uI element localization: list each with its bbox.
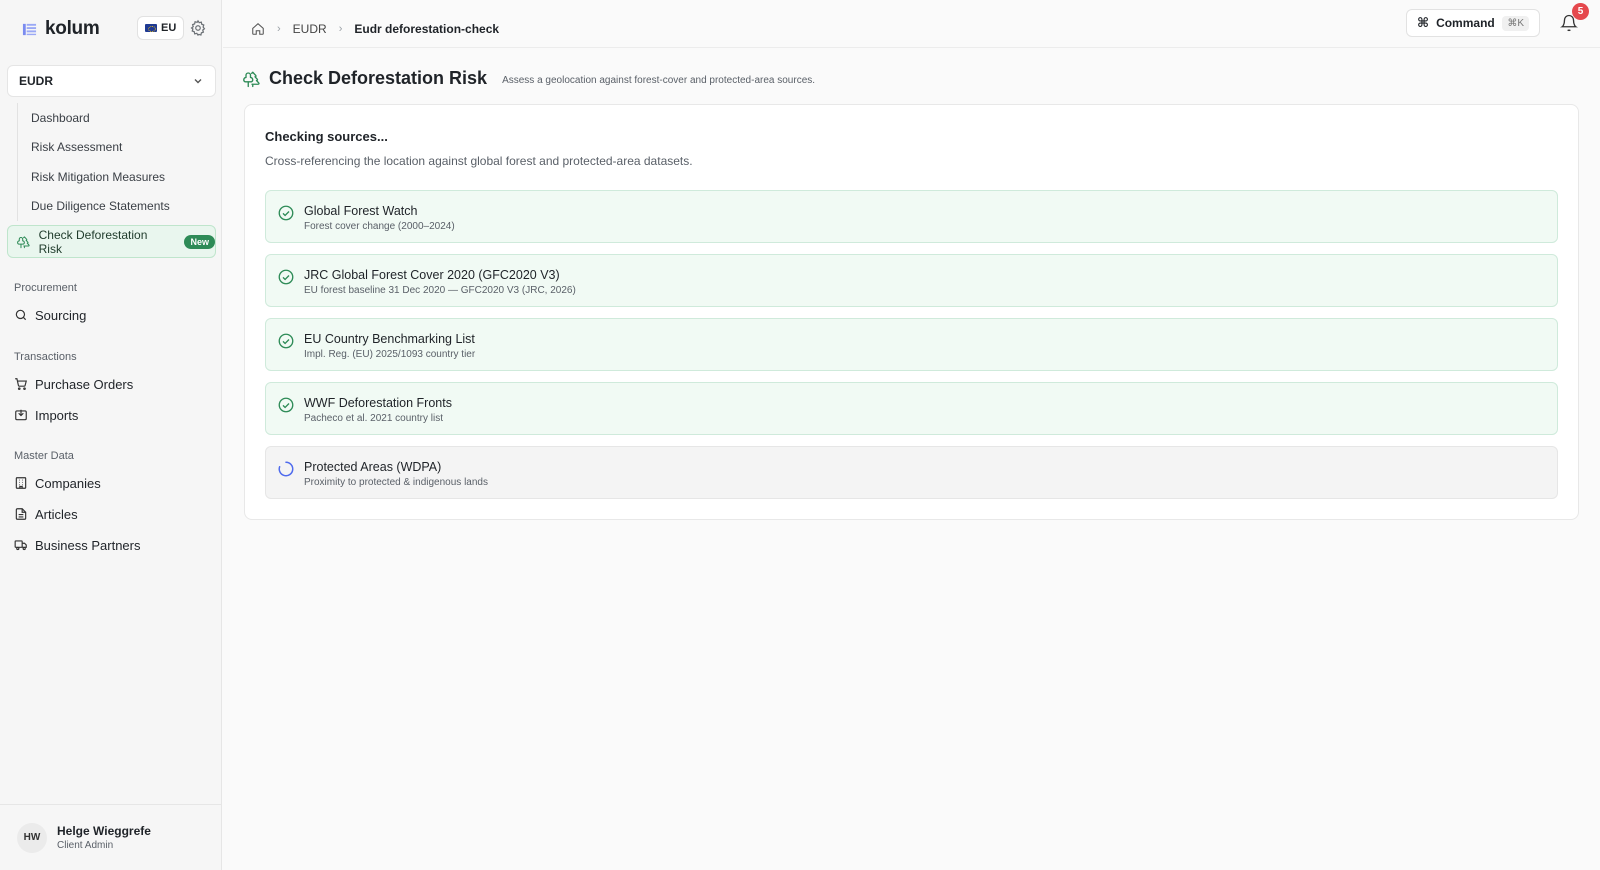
document-icon <box>15 508 27 520</box>
truck-icon <box>14 540 27 551</box>
building-icon <box>15 477 27 489</box>
user-info: Helge Wieggrefe Client Admin <box>57 824 151 851</box>
sidebar-item-label: Articles <box>35 506 78 522</box>
section-label-procurement: Procurement <box>14 282 77 294</box>
trees-icon <box>243 71 260 87</box>
source-detail: EU forest baseline 31 Dec 2020 — GFC2020… <box>304 285 576 296</box>
sidebar: kolum EU EUDR Dashboard Risk Assessment … <box>0 0 222 870</box>
loading-spinner-icon <box>278 461 294 477</box>
top-bar: › EUDR › Eudr deforestation-check ⌘ Comm… <box>223 0 1600 48</box>
check-circle-icon <box>278 397 294 413</box>
command-key-icon: ⌘ <box>1417 15 1430 30</box>
avatar: HW <box>17 822 47 853</box>
source-list: Global Forest Watch Forest cover change … <box>265 190 1558 510</box>
sidebar-item-companies[interactable]: Companies <box>14 472 101 494</box>
module-select[interactable]: EUDR <box>7 65 216 97</box>
source-item-global-forest-watch[interactable]: Global Forest Watch Forest cover change … <box>265 190 1558 243</box>
source-item-wdpa[interactable]: Protected Areas (WDPA) Proximity to prot… <box>265 446 1558 499</box>
user-role: Client Admin <box>57 840 114 851</box>
source-item-wwf-fronts[interactable]: WWF Deforestation Fronts Pacheco et al. … <box>265 382 1558 435</box>
sidebar-item-label: Business Partners <box>35 537 141 553</box>
check-circle-icon <box>278 205 294 221</box>
source-name: JRC Global Forest Cover 2020 (GFC2020 V3… <box>304 268 560 282</box>
chevron-down-icon <box>194 79 202 84</box>
sidebar-item-imports[interactable]: Imports <box>14 404 78 426</box>
subnav-item-dashboard[interactable]: Dashboard <box>18 103 217 133</box>
sidebar-item-articles[interactable]: Articles <box>14 503 78 525</box>
import-icon <box>15 409 27 421</box>
sidebar-item-check-deforestation-risk[interactable]: Check Deforestation Risk New <box>7 225 216 258</box>
sidebar-item-business-partners[interactable]: Business Partners <box>14 534 141 556</box>
page-subtitle: Assess a geolocation against forest-cove… <box>502 74 816 86</box>
command-shortcut: ⌘K <box>1502 15 1529 31</box>
subnav-item-risk-mitigation[interactable]: Risk Mitigation Measures <box>18 162 217 192</box>
chevron-right-icon: › <box>277 23 281 35</box>
brand-name: kolum <box>45 18 100 39</box>
page-header: Check Deforestation Risk Assess a geoloc… <box>243 68 815 89</box>
eudr-subnav: Dashboard Risk Assessment Risk Mitigatio… <box>17 103 217 221</box>
section-label-transactions: Transactions <box>14 351 77 363</box>
gear-icon[interactable] <box>189 19 207 37</box>
page-title: Check Deforestation Risk <box>269 68 488 88</box>
breadcrumb-current: Eudr deforestation-check <box>354 22 500 36</box>
notification-count-badge: 5 <box>1572 3 1589 20</box>
section-label-master-data: Master Data <box>14 450 74 462</box>
source-detail: Proximity to protected & indigenous land… <box>304 477 488 488</box>
subnav-item-risk-assessment[interactable]: Risk Assessment <box>18 133 217 163</box>
sidebar-item-sourcing[interactable]: Sourcing <box>14 304 86 326</box>
source-detail: Impl. Reg. (EU) 2025/1093 country tier <box>304 349 476 360</box>
module-select-value: EUDR <box>19 74 54 88</box>
source-check-card: Checking sources... Cross-referencing th… <box>244 104 1579 520</box>
source-detail: Forest cover change (2000–2024) <box>304 221 455 232</box>
sidebar-item-label: Purchase Orders <box>35 376 134 392</box>
sidebar-item-purchase-orders[interactable]: Purchase Orders <box>14 373 133 395</box>
source-name: WWF Deforestation Fronts <box>304 396 452 410</box>
check-circle-icon <box>278 333 294 349</box>
trees-icon <box>17 235 30 248</box>
source-item-jrc-gfc2020[interactable]: JRC Global Forest Cover 2020 (GFC2020 V3… <box>265 254 1558 307</box>
sidebar-item-label: Imports <box>35 407 79 423</box>
chevron-right-icon: › <box>338 23 343 35</box>
source-item-eu-benchmarking[interactable]: EU Country Benchmarking List Impl. Reg. … <box>265 318 1558 371</box>
card-description: Cross-referencing the location against g… <box>265 154 693 168</box>
home-icon[interactable] <box>251 22 265 36</box>
breadcrumb-eudr[interactable]: EUDR <box>293 22 327 36</box>
shopping-cart-icon <box>15 378 28 391</box>
source-name: Protected Areas (WDPA) <box>304 460 442 474</box>
kolum-logo-icon <box>22 23 37 35</box>
breadcrumb: › EUDR › Eudr deforestation-check <box>251 0 499 58</box>
region-switcher[interactable]: EU <box>137 16 185 40</box>
search-icon <box>15 309 27 321</box>
region-label: EU <box>161 22 177 34</box>
user-menu[interactable]: HW Helge Wieggrefe Client Admin <box>0 804 222 870</box>
new-badge: New <box>184 234 215 249</box>
source-name: Global Forest Watch <box>304 204 418 218</box>
user-name: Helge Wieggrefe <box>57 824 151 838</box>
command-label: Command <box>1436 16 1495 30</box>
sidebar-item-label: Sourcing <box>35 307 87 323</box>
source-detail: Pacheco et al. 2021 country list <box>304 413 443 424</box>
check-circle-icon <box>278 269 294 285</box>
eu-flag-icon <box>145 24 157 32</box>
source-name: EU Country Benchmarking List <box>304 332 475 346</box>
subnav-item-due-diligence[interactable]: Due Diligence Statements <box>18 192 217 222</box>
brand[interactable]: kolum <box>22 18 100 40</box>
command-palette-button[interactable]: ⌘ Command ⌘K <box>1406 9 1540 37</box>
sidebar-item-label: Companies <box>35 475 101 491</box>
active-item-label: Check Deforestation Risk <box>38 227 148 256</box>
card-title: Checking sources... <box>265 129 388 144</box>
